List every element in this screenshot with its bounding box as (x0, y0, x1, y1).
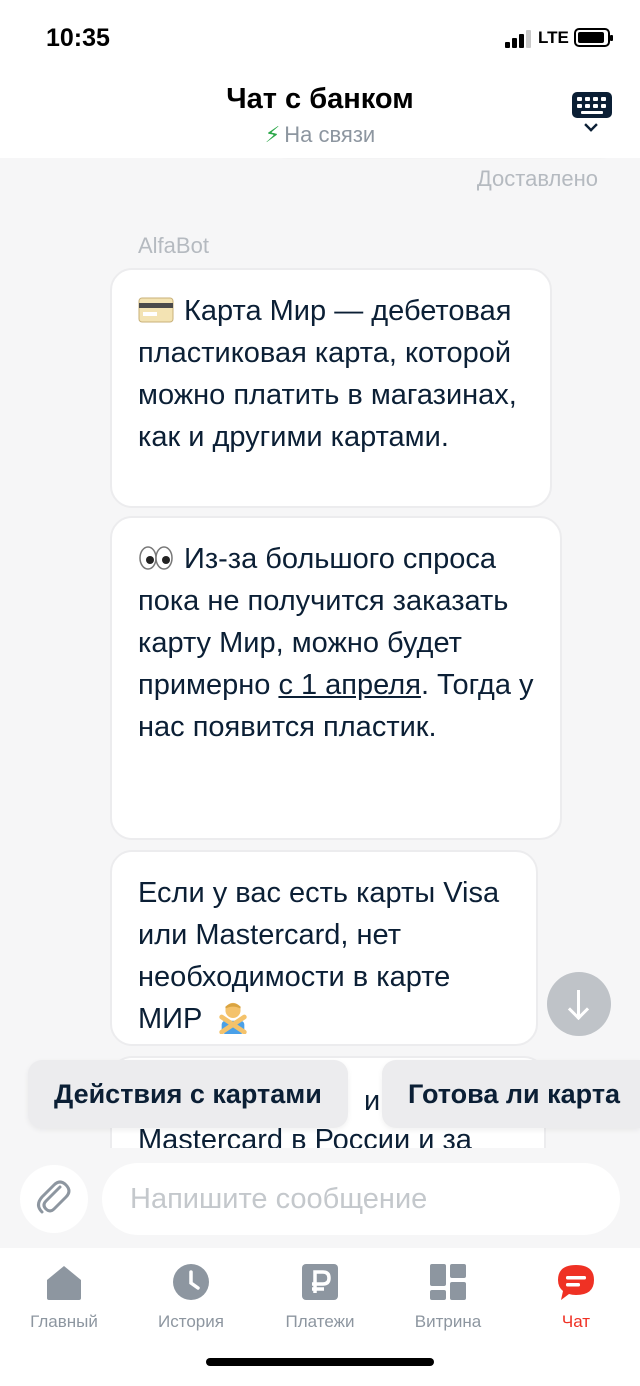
credit-card-icon (138, 297, 174, 323)
status-time: 10:35 (46, 24, 110, 52)
message-text: Если у вас есть карты Visa или Mastercar… (138, 877, 500, 1035)
delivered-status: Доставлено (476, 166, 598, 191)
home-icon (47, 1266, 81, 1300)
eyes-icon (139, 546, 173, 570)
status-bar: 10:35 LTE (0, 0, 640, 78)
message-bubble: Из-за большого спроса пока не получится … (110, 516, 562, 840)
tab-label: История (158, 1312, 224, 1331)
chat-icon (558, 1265, 594, 1300)
online-status-label: На связи (284, 122, 376, 147)
network-label: LTE (538, 28, 569, 47)
tab-showcase[interactable]: Витрина (384, 1260, 512, 1350)
page-title: Чат с банком (226, 83, 414, 115)
tab-home[interactable]: Главный (0, 1260, 128, 1350)
message-composer (0, 1148, 640, 1248)
message-bubble: Если у вас есть карты Visa или Mastercar… (110, 850, 538, 1046)
tab-label: Платежи (285, 1312, 355, 1331)
tab-label: Витрина (414, 1312, 482, 1331)
message-text-partial: и (364, 1085, 381, 1117)
message-input[interactable] (102, 1163, 620, 1235)
tab-payments[interactable]: Платежи (256, 1260, 384, 1350)
tab-label: Главный (30, 1312, 98, 1331)
keyboard-toggle-button[interactable] (570, 92, 614, 132)
sender-name: AlfaBot (138, 233, 209, 258)
clock-icon (173, 1264, 209, 1300)
message-bubble: Карта Мир — дебетовая пластиковая карта,… (110, 268, 552, 508)
bottom-tab-bar: Главный История Платежи Витрина Чат (0, 1248, 640, 1386)
quick-reply-card-ready[interactable]: Готова ли карта (382, 1060, 640, 1128)
bolt-icon: ⚡ (264, 122, 281, 147)
paperclip-icon (37, 1180, 71, 1214)
keyboard-icon (572, 92, 612, 118)
person-gesturing-no-icon (219, 1002, 248, 1035)
message-text: Карта Мир — дебетовая пластиковая карта,… (138, 295, 517, 453)
signal-icon (505, 30, 533, 48)
chat-header: Чат с банком ⚡ На связи (0, 78, 640, 158)
grid-icon (430, 1264, 466, 1300)
tab-chat[interactable]: Чат (512, 1260, 640, 1350)
battery-icon (574, 28, 613, 47)
ruble-icon (302, 1264, 338, 1300)
scroll-down-button[interactable] (547, 972, 611, 1036)
quick-reply-card-actions[interactable]: Действия с картами (28, 1060, 348, 1128)
online-status: ⚡ На связи (0, 122, 640, 148)
attach-button[interactable] (20, 1165, 88, 1233)
chat-messages[interactable]: Доставлено AlfaBot Карта Мир — дебетовая… (0, 158, 640, 1148)
date-link[interactable]: с 1 апреля (278, 669, 421, 701)
tab-label: Чат (561, 1312, 591, 1331)
home-indicator (206, 1358, 434, 1366)
tab-history[interactable]: История (127, 1260, 255, 1350)
chevron-down-icon (584, 118, 598, 132)
